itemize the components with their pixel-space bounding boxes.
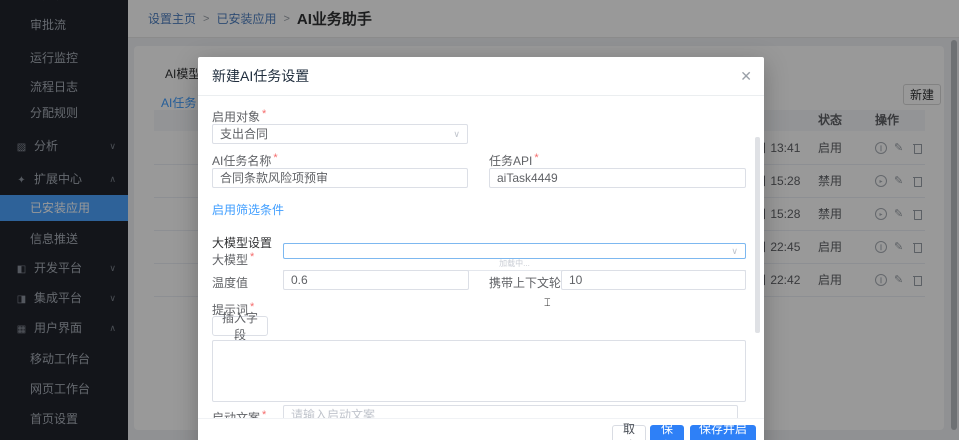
save-and-enable-button[interactable]: 保存并启用 bbox=[690, 425, 756, 440]
prompt-textarea[interactable] bbox=[212, 340, 746, 402]
task-api-input[interactable]: aiTask4449 bbox=[489, 168, 746, 188]
screen: 业务流 审批流 运行监控 流程日志 分配规则 ▨分析 ∨ ✦扩展中心 ∧ 已安装… bbox=[0, 0, 959, 440]
model-label: 大模型 bbox=[212, 251, 254, 268]
save-button[interactable]: 保存 bbox=[650, 425, 684, 440]
dialog-footer: 取消 保存 保存并启用 bbox=[198, 418, 764, 440]
enable-filter-link[interactable]: 启用筛选条件 bbox=[212, 201, 284, 218]
cancel-button[interactable]: 取消 bbox=[612, 425, 646, 440]
chevron-down-icon: ∨ bbox=[731, 247, 738, 256]
dialog-title: 新建AI任务设置 bbox=[212, 57, 309, 96]
task-name-label: AI任务名称 bbox=[212, 152, 278, 169]
close-icon[interactable]: ✕ bbox=[740, 68, 752, 84]
context-rounds-input[interactable]: 10 bbox=[561, 270, 746, 290]
text-cursor: ⌶ bbox=[544, 297, 551, 310]
dialog-body: 启用对象 支出合同 ∨ AI任务名称 合同条款风险项预审 任务API aiTas… bbox=[198, 96, 764, 418]
model-select[interactable]: ∨ bbox=[283, 243, 746, 259]
dialog-header: 新建AI任务设置 ✕ bbox=[198, 57, 764, 96]
enable-target-select[interactable]: 支出合同 ∨ bbox=[212, 124, 468, 144]
launch-text-input[interactable]: 请输入启动文案 bbox=[283, 405, 738, 418]
launch-text-label: 启动文案 bbox=[212, 409, 266, 418]
model-section-label: 大模型设置 bbox=[212, 234, 272, 251]
new-ai-task-dialog: 新建AI任务设置 ✕ 启用对象 支出合同 ∨ AI任务名称 合同条款风险项预审 … bbox=[198, 57, 764, 440]
task-api-label: 任务API bbox=[489, 152, 539, 169]
task-name-input[interactable]: 合同条款风险项预审 bbox=[212, 168, 468, 188]
temperature-input[interactable]: 0.6 bbox=[283, 270, 469, 290]
temperature-label: 温度值 bbox=[212, 274, 248, 291]
chevron-down-icon: ∨ bbox=[453, 130, 460, 139]
enable-target-label: 启用对象 bbox=[212, 108, 266, 125]
insert-field-button[interactable]: 插入字段 bbox=[212, 316, 268, 336]
dialog-scrollbar[interactable] bbox=[755, 137, 760, 333]
